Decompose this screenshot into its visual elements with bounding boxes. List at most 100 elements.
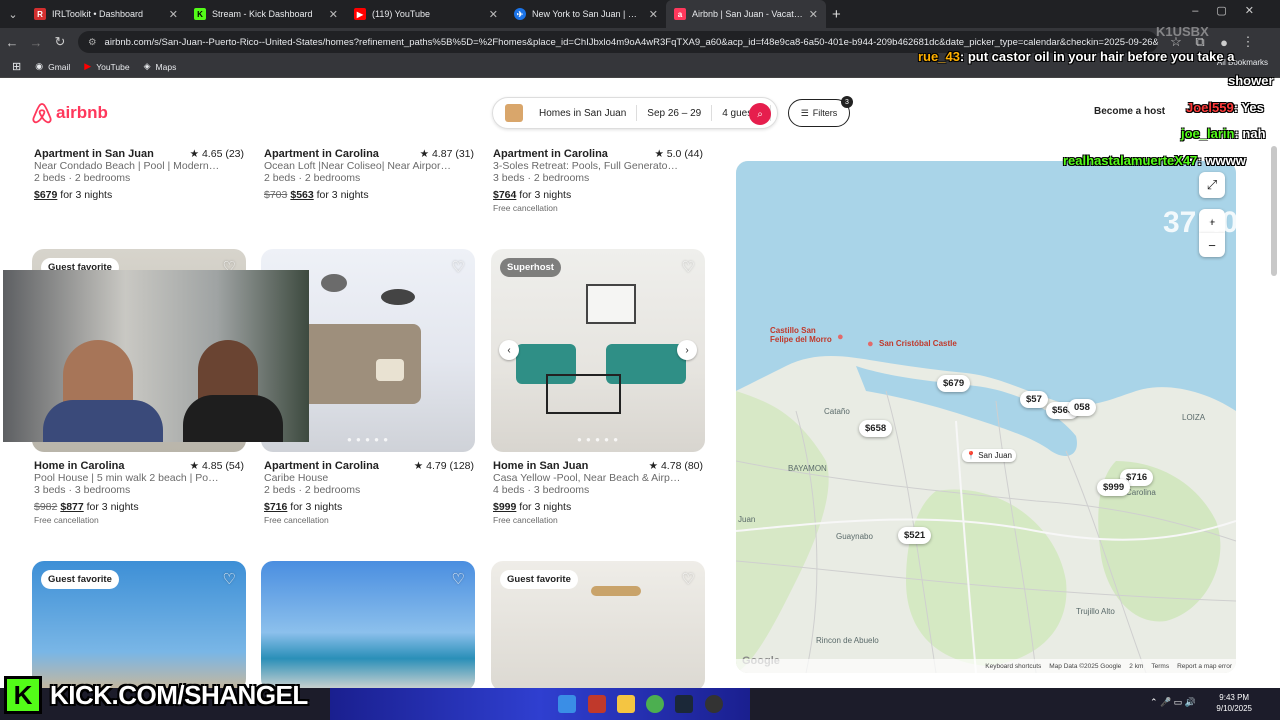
filters-button[interactable]: ☰ Filters 3	[788, 96, 853, 127]
menu-icon[interactable]: ⋮	[1236, 34, 1260, 50]
map[interactable]: Castillo San Felipe del Morro San Cristó…	[736, 161, 1236, 673]
close-tab-icon[interactable]: ✕	[809, 8, 818, 21]
heart-icon[interactable]: ♡	[223, 570, 236, 588]
close-tab-icon[interactable]: ✕	[329, 8, 338, 21]
pillow-image	[376, 359, 404, 381]
price-pin[interactable]: 058	[1068, 399, 1096, 416]
keyboard-shortcuts-link[interactable]: Keyboard shortcuts	[985, 663, 1041, 670]
profile-icon[interactable]: ●	[1212, 35, 1236, 50]
heart-icon[interactable]: ♡	[682, 570, 695, 588]
heart-icon[interactable]: ♡	[452, 258, 465, 276]
back-icon[interactable]: ←	[0, 35, 24, 50]
search-bar[interactable]: Homes in San Juan Sep 26 – 29 4 guests ⌕	[492, 97, 778, 129]
listing-card-info[interactable]: Home in Carolina ★ 4.85 (54) Pool House …	[34, 460, 244, 525]
kick-logo: K	[4, 676, 42, 714]
google-flights-icon: ✈	[514, 8, 526, 20]
map-label-loiza: LOIZA	[1182, 413, 1206, 422]
tab-youtube[interactable]: ▶ (119) YouTube ✕	[346, 0, 506, 28]
kick-url-text: KICK.COM/SHANGEL	[50, 679, 308, 710]
streamer-tag-overlay: K1USBX	[1156, 24, 1209, 39]
irltoolkit-icon: R	[34, 8, 46, 20]
file-explorer-icon[interactable]	[617, 695, 635, 713]
listing-card-info[interactable]: Apartment in Carolina ★ 4.79 (128) Carib…	[264, 460, 474, 525]
heart-icon[interactable]: ♡	[682, 258, 695, 276]
maps-icon: ◈	[143, 61, 151, 71]
bookmark-maps[interactable]: ◈ Maps	[144, 61, 177, 72]
close-tab-icon[interactable]: ✕	[169, 8, 178, 21]
carousel-dots: ● ● ● ● ●	[576, 435, 620, 444]
map-base	[736, 161, 1236, 673]
page-scrollbar[interactable]	[1271, 146, 1277, 276]
tab-airbnb[interactable]: aAirbnb | San Juan - Vacation Re✕	[666, 0, 826, 28]
map-label-bayamon: BAYAMON	[788, 464, 827, 473]
expand-map-icon[interactable]: ⤢	[1199, 172, 1225, 198]
listing-card-info[interactable]: Home in San Juan ★ 4.78 (80) Casa Yellow…	[493, 460, 703, 525]
chrome-icon[interactable]	[646, 695, 664, 713]
guest-shirt-image	[183, 395, 283, 442]
steam-icon[interactable]	[675, 695, 693, 713]
airbnb-logo[interactable]: airbnb	[32, 102, 108, 124]
price-pin[interactable]: $521	[898, 527, 932, 544]
site-info-icon[interactable]: ⚙	[88, 37, 97, 48]
fish-decor-image	[381, 289, 415, 305]
house-icon	[505, 104, 523, 122]
map-label-cristobal: San Cristóbal Castle	[879, 339, 957, 348]
heart-icon[interactable]: ♡	[452, 570, 465, 588]
stream-counter-overlay: 37 40	[1163, 206, 1239, 239]
tray-icons[interactable]: ⌃ 🎤 ▭ 🔊	[1150, 697, 1196, 708]
kick-branding-overlay: K KICK.COM/SHANGEL	[4, 676, 308, 714]
price-pin[interactable]: $679	[937, 375, 971, 392]
browser-tab-bar: ⌄ R IRLToolkit • Dashboard ✕ K Stream - Kic…	[0, 0, 1280, 28]
forward-icon[interactable]: →	[24, 35, 48, 50]
listing-photo[interactable]: Guest favorite ♡	[491, 561, 705, 691]
tab-kick-dashboard[interactable]: K Stream - Kick Dashboard ✕	[186, 0, 346, 28]
new-tab-button[interactable]: +	[832, 6, 841, 23]
bookmark-youtube[interactable]: ▶ YouTube	[84, 61, 129, 72]
bookmark-gmail[interactable]: ◉ Gmail	[35, 61, 70, 72]
map-label-juan: Juan	[738, 515, 756, 524]
close-tab-icon[interactable]: ✕	[489, 8, 498, 21]
map-label-catano: Cataño	[824, 407, 850, 416]
become-host-link[interactable]: Become a host	[1094, 106, 1165, 117]
map-label-guaynabo: Guaynabo	[836, 532, 873, 541]
reload-icon[interactable]: ↻	[48, 34, 72, 50]
airbnb-icon: a	[674, 8, 686, 20]
prev-photo-icon[interactable]: ‹	[499, 340, 519, 360]
apps-icon[interactable]: ⊞	[12, 60, 21, 73]
guest-favorite-badge: Guest favorite	[41, 570, 119, 589]
price-pin[interactable]: $999	[1097, 479, 1131, 496]
close-tab-icon[interactable]: ✕	[649, 8, 658, 21]
search-location[interactable]: Homes in San Juan	[529, 105, 638, 121]
map-label-san-juan: 📍 San Juan	[962, 449, 1016, 462]
listing-photo[interactable]: Guest favorite ♡	[32, 561, 246, 691]
report-map-error-link[interactable]: Report a map error	[1177, 663, 1232, 670]
listing-card[interactable]: Apartment in Carolina ★ 5.0 (44) 3-Soles…	[493, 148, 703, 213]
search-dates[interactable]: Sep 26 – 29	[637, 105, 713, 121]
search-icon[interactable]: ⌕	[749, 103, 771, 125]
obs-icon[interactable]	[705, 695, 723, 713]
listing-photo[interactable]: ♡	[261, 561, 475, 691]
price-pin[interactable]: $57	[1020, 391, 1048, 408]
listing-card[interactable]: Apartment in Carolina ★ 4.87 (31) Ocean …	[264, 148, 474, 201]
map-label-rincon: Rincon de Abuelo	[816, 636, 879, 645]
wall-art-image	[586, 284, 636, 324]
listing-card[interactable]: Apartment in San Juan ★ 4.65 (23) Near C…	[34, 148, 244, 201]
next-photo-icon[interactable]: ›	[677, 340, 697, 360]
map-label-castillo: Castillo San Felipe del Morro	[770, 326, 832, 344]
map-footer: Keyboard shortcuts Map Data ©2025 Google…	[736, 659, 1236, 673]
coffee-table-image	[546, 374, 621, 414]
app-icon[interactable]	[588, 695, 606, 713]
tab-irltoolkit[interactable]: R IRLToolkit • Dashboard ✕	[26, 0, 186, 28]
filters-count-badge: 3	[841, 96, 853, 108]
chat-message: shower	[1228, 73, 1274, 88]
terms-link[interactable]: Terms	[1151, 663, 1169, 670]
price-pin[interactable]: $658	[859, 420, 893, 437]
tab-search-icon[interactable]: ⌄	[0, 0, 26, 28]
chat-message: realhastalamuerteX47: wwww	[1063, 153, 1246, 168]
listing-photo[interactable]: Superhost ♡ ‹ › ● ● ● ● ●	[491, 249, 705, 452]
streamer-shirt-image	[43, 400, 163, 442]
tab-google-flights[interactable]: ✈New York to San Juan | Google✕	[506, 0, 666, 28]
windows-start-icon[interactable]	[558, 695, 576, 713]
window-controls[interactable]: –▢✕	[1192, 4, 1272, 17]
system-clock[interactable]: 9:43 PM 9/10/2025	[1216, 692, 1252, 714]
